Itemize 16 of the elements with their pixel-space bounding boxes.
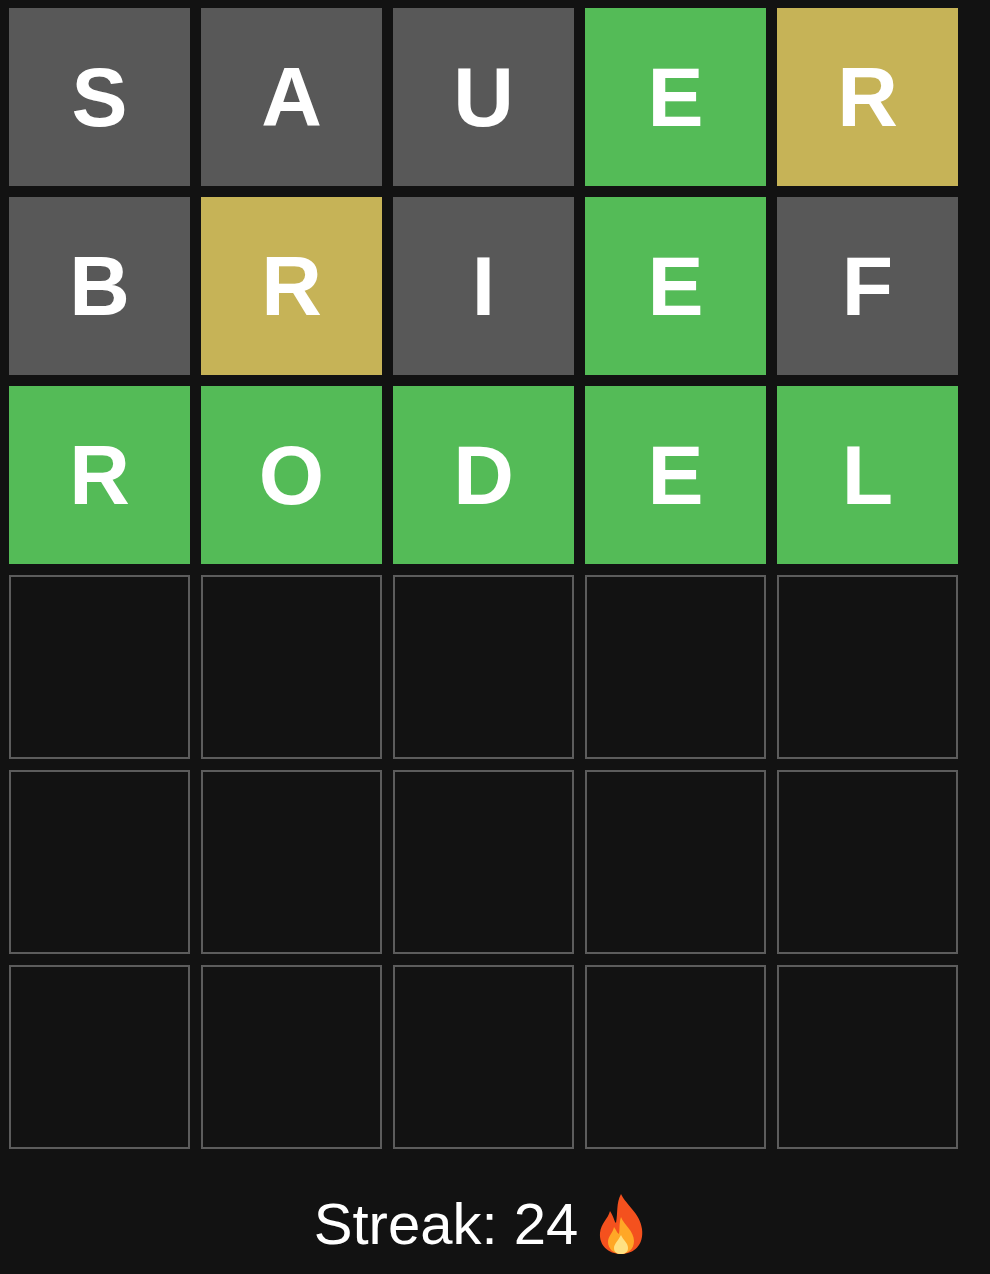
letter-tile: R bbox=[9, 386, 190, 564]
letter-tile: O bbox=[201, 386, 382, 564]
letter-tile: R bbox=[777, 8, 958, 186]
letter-tile: I bbox=[393, 197, 574, 375]
letter-tile: D bbox=[393, 386, 574, 564]
streak-count: Streak: 24 bbox=[313, 1190, 579, 1258]
letter-tile: E bbox=[585, 8, 766, 186]
letter-tile: E bbox=[585, 197, 766, 375]
letter-tile: B bbox=[9, 197, 190, 375]
letter-tile: F bbox=[777, 197, 958, 375]
letter-tile: E bbox=[585, 386, 766, 564]
letter-tile: L bbox=[777, 386, 958, 564]
letter-tile: S bbox=[9, 8, 190, 186]
letter-tile: U bbox=[393, 8, 574, 186]
letter-tile: R bbox=[201, 197, 382, 375]
letter-tile: A bbox=[201, 8, 382, 186]
